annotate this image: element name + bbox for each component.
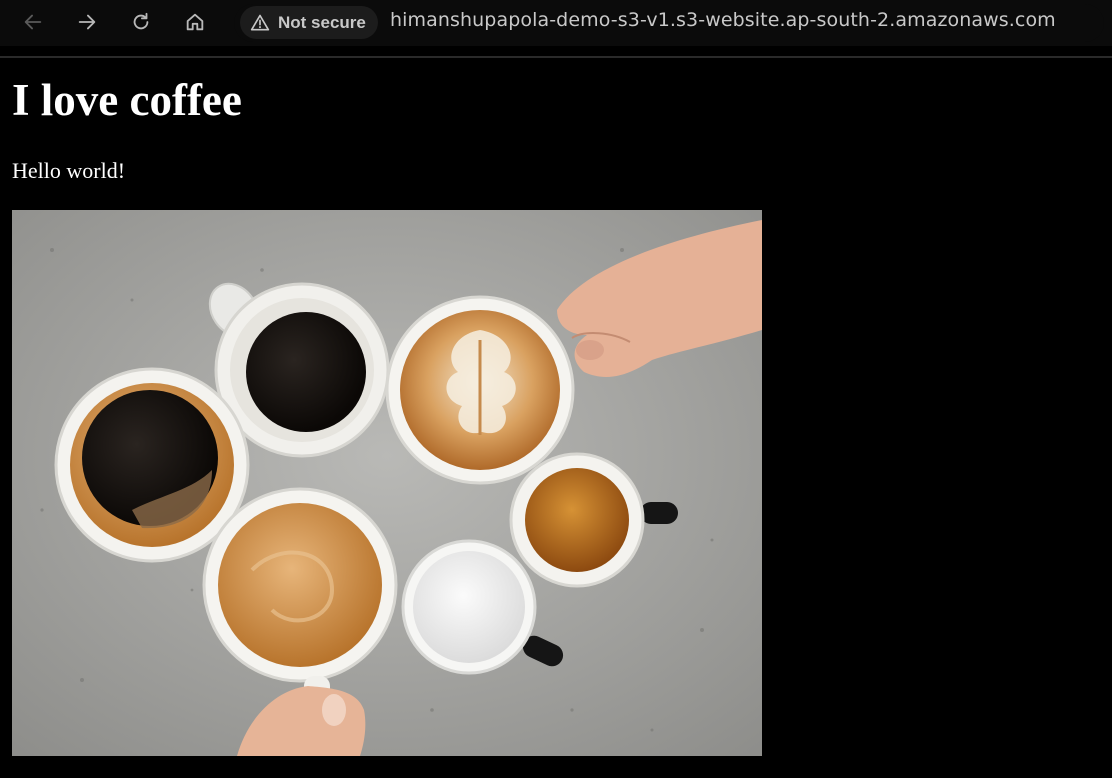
- warning-icon: [250, 14, 270, 30]
- home-icon: [186, 13, 204, 31]
- forward-arrow-icon: [78, 14, 96, 30]
- url-text[interactable]: himanshupapola-demo-s3-v1.s3-website.ap-…: [390, 9, 1056, 31]
- forward-button[interactable]: [71, 6, 103, 38]
- back-button[interactable]: [17, 6, 49, 38]
- reload-icon: [133, 12, 149, 30]
- page-heading: I love coffee: [12, 75, 242, 125]
- back-arrow-icon: [24, 14, 42, 30]
- coffee-cups-illustration: [12, 210, 762, 756]
- security-label: Not secure: [278, 12, 366, 32]
- page-text: Hello world!: [12, 158, 126, 183]
- coffee-cups-photo: [12, 210, 762, 756]
- toolbar-divider: [0, 56, 1112, 58]
- latte-art-cup: [385, 295, 575, 485]
- security-indicator[interactable]: Not secure: [240, 6, 378, 39]
- reload-button[interactable]: [125, 6, 157, 38]
- home-button[interactable]: [179, 6, 211, 38]
